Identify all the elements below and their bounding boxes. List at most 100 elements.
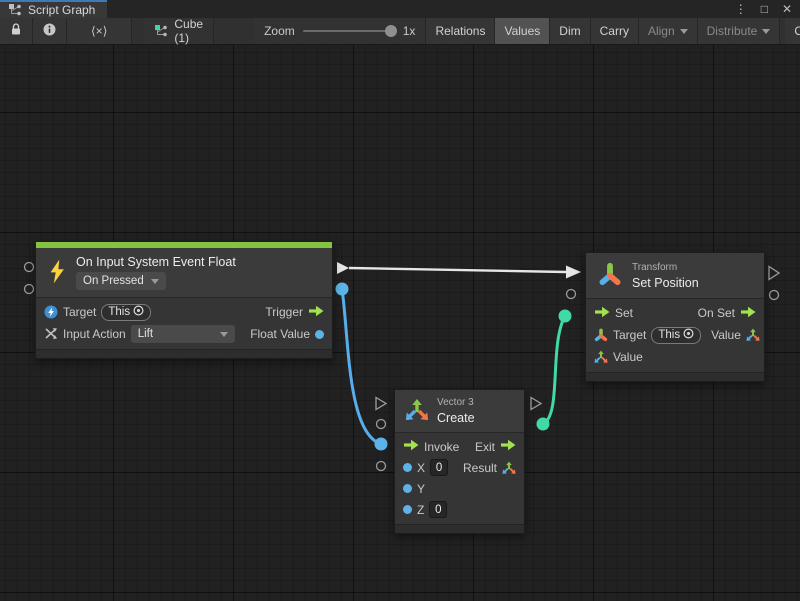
vector3-node-title: Create xyxy=(437,411,475,425)
z-label: Z xyxy=(417,503,424,517)
port-invoke-in[interactable] xyxy=(376,398,386,410)
event-row-target: Target This Trigger xyxy=(36,301,332,323)
transform-target-label: Target xyxy=(613,328,646,342)
relations-label: Relations xyxy=(435,24,485,38)
carry-label: Carry xyxy=(600,24,629,38)
vector3-row-x: X 0 Result xyxy=(395,457,524,478)
port-event-target-in[interactable] xyxy=(25,263,34,272)
target-value: This xyxy=(108,306,130,318)
node-vector3-create[interactable]: Vector 3 Create Invoke Exit X 0 Result xyxy=(394,389,525,534)
tab-label: Script Graph xyxy=(28,3,95,17)
port-x-in[interactable] xyxy=(377,420,386,429)
zoom-slider[interactable] xyxy=(303,30,395,32)
input-action-dropdown[interactable]: Lift xyxy=(131,325,235,343)
x-value-field[interactable]: 0 xyxy=(430,459,448,476)
port-event-inputaction-in[interactable] xyxy=(25,285,34,294)
transform-target-value: This xyxy=(658,329,680,341)
tab-script-graph[interactable]: Script Graph xyxy=(0,0,107,18)
node-on-input-system-event-float[interactable]: On Input System Event Float On Pressed T… xyxy=(35,241,333,359)
lock-button[interactable] xyxy=(0,18,33,44)
vector3-category: Vector 3 xyxy=(437,397,475,408)
flow-arrow-icon[interactable] xyxy=(740,306,756,321)
vector3-icon[interactable] xyxy=(594,350,608,364)
port-transform-value-out[interactable] xyxy=(770,291,779,300)
overview-button[interactable]: Overview xyxy=(785,18,800,44)
flow-arrow-icon[interactable] xyxy=(308,305,324,320)
node-transform-set-position[interactable]: Transform Set Position Set On Set Target… xyxy=(585,252,765,382)
input-system-icon xyxy=(44,305,58,319)
close-icon[interactable]: ✕ xyxy=(782,0,792,18)
vector3-icon[interactable] xyxy=(746,328,760,342)
transform-row-value: Value xyxy=(586,346,764,368)
transform-node-title: Set Position xyxy=(632,276,699,290)
code-preview-button[interactable]: ⟨×⟩ xyxy=(67,18,132,44)
z-value-field[interactable]: 0 xyxy=(429,501,447,518)
zoom-control: Zoom 1x xyxy=(254,18,426,44)
dim-button[interactable]: Dim xyxy=(550,18,590,44)
flow-arrow-icon[interactable] xyxy=(403,439,419,454)
relations-button[interactable]: Relations xyxy=(426,18,495,44)
wire-trigger-to-set[interactable] xyxy=(349,268,566,272)
transform-icon xyxy=(596,260,624,291)
event-mode-dropdown[interactable]: On Pressed xyxy=(76,272,166,290)
input-action-icon xyxy=(44,327,58,341)
port-trigger-out[interactable] xyxy=(337,262,349,274)
info-button[interactable] xyxy=(33,18,67,44)
transform-value-out-label: Value xyxy=(711,328,741,342)
port-result-out[interactable] xyxy=(537,418,550,431)
result-label: Result xyxy=(463,461,497,475)
float-port-icon[interactable] xyxy=(315,330,324,339)
transform-value-in-label: Value xyxy=(613,350,643,364)
distribute-button[interactable]: Distribute xyxy=(698,18,781,44)
vector3-row-invoke: Invoke Exit xyxy=(395,436,524,457)
carry-button[interactable]: Carry xyxy=(591,18,639,44)
set-label: Set xyxy=(615,306,633,320)
maximize-icon[interactable]: □ xyxy=(761,0,768,18)
values-button[interactable]: Values xyxy=(495,18,550,44)
on-set-label: On Set xyxy=(698,306,735,320)
graph-icon xyxy=(8,3,22,17)
float-port-icon[interactable] xyxy=(403,484,412,493)
port-value-in[interactable] xyxy=(559,310,572,323)
vector3-icon[interactable] xyxy=(502,461,516,475)
vector3-row-z: Z 0 xyxy=(395,499,524,520)
graph-canvas[interactable]: On Input System Event Float On Pressed T… xyxy=(0,45,800,601)
target-symbol-icon xyxy=(683,328,694,342)
float-port-icon[interactable] xyxy=(403,463,412,472)
graph-breadcrumb[interactable]: Cube (1) xyxy=(144,18,214,44)
zoom-slider-handle[interactable] xyxy=(385,25,397,37)
zoom-label: Zoom xyxy=(264,24,295,38)
float-port-icon[interactable] xyxy=(403,505,412,514)
port-z-in[interactable] xyxy=(377,462,386,471)
info-icon xyxy=(43,23,56,39)
transform-row-target: Target This Value xyxy=(586,324,764,346)
wire-floatvalue-to-y[interactable] xyxy=(342,289,381,444)
event-node-title: On Input System Event Float xyxy=(76,255,236,269)
distribute-label: Distribute xyxy=(707,24,758,38)
exit-label: Exit xyxy=(475,440,495,454)
lock-icon xyxy=(10,23,22,39)
port-y-in[interactable] xyxy=(375,438,388,451)
graph-toolbar: ⟨×⟩ Cube (1) Zoom 1x Relations Values Di… xyxy=(0,18,800,45)
align-label: Align xyxy=(648,24,675,38)
event-row-input-action: Input Action Lift Float Value xyxy=(36,323,332,345)
port-floatvalue-out[interactable] xyxy=(336,283,349,296)
flow-arrow-icon[interactable] xyxy=(500,439,516,454)
transform-target-chip[interactable]: This xyxy=(651,327,701,344)
vector3-node-footer xyxy=(395,524,524,533)
breadcrumb-label: Cube (1) xyxy=(174,17,203,45)
align-button[interactable]: Align xyxy=(639,18,698,44)
event-target-chip[interactable]: This xyxy=(101,304,151,321)
port-exit-out[interactable] xyxy=(531,398,541,410)
port-transform-target-in[interactable] xyxy=(567,290,576,299)
transform-icon xyxy=(594,328,608,342)
trigger-label: Trigger xyxy=(265,305,303,319)
window-menu-icon[interactable]: ⋮ xyxy=(735,0,747,18)
port-onset-out[interactable] xyxy=(769,267,779,280)
flow-arrow-icon[interactable] xyxy=(594,306,610,321)
chevron-down-icon xyxy=(220,332,228,337)
chevron-down-icon xyxy=(151,279,159,284)
port-set-in[interactable] xyxy=(566,266,581,279)
transform-row-set: Set On Set xyxy=(586,302,764,324)
wire-result-to-value[interactable] xyxy=(543,316,565,424)
